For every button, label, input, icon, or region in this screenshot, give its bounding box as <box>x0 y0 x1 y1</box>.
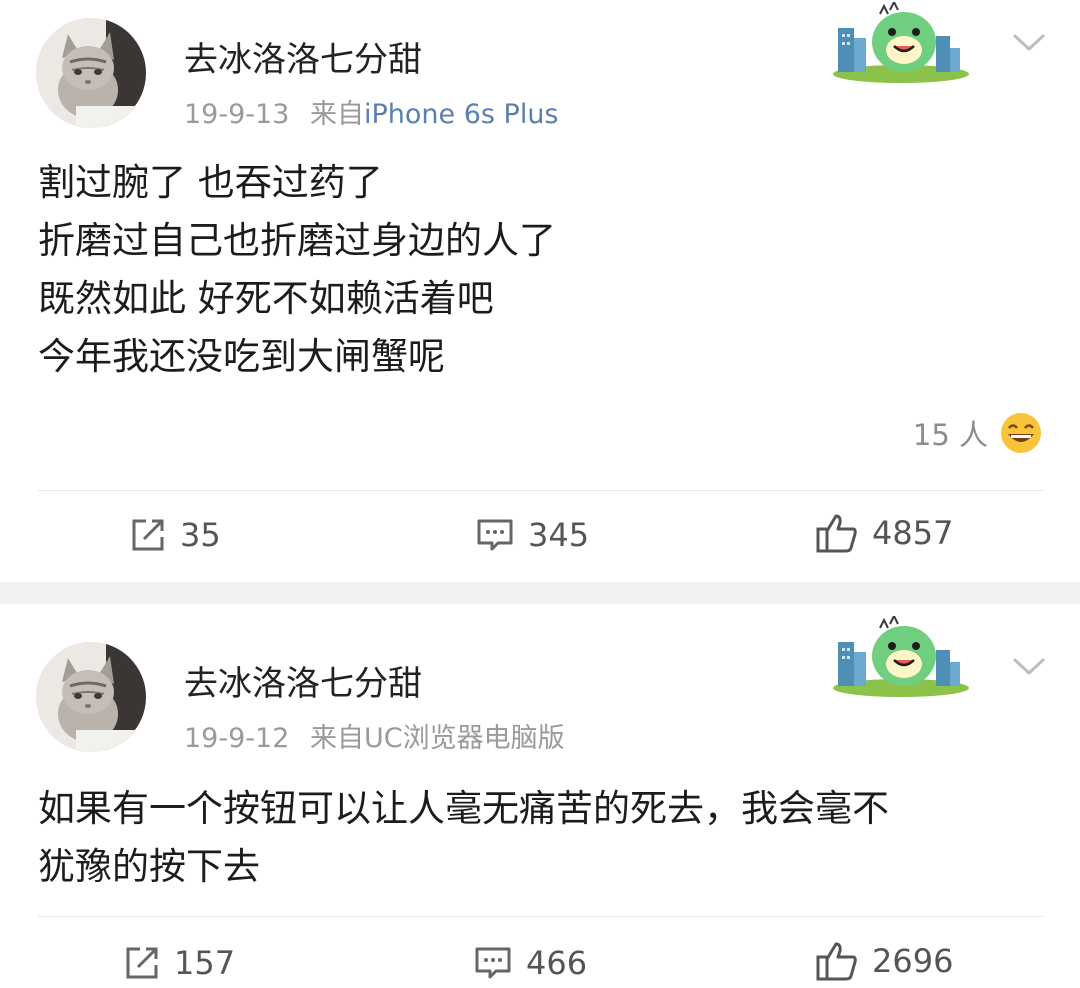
thumbs-up-icon <box>816 942 857 981</box>
comment-icon <box>475 947 511 979</box>
repost-count: 35 <box>180 516 221 554</box>
username[interactable]: 去冰洛洛七分甜 <box>184 656 422 705</box>
repost-icon <box>132 519 164 551</box>
comment-icon <box>477 519 513 551</box>
post-meta: 19-9-12 来自UC浏览器电脑版 <box>184 716 565 755</box>
comment-count: 466 <box>526 944 588 982</box>
comment-button[interactable]: 345 <box>476 510 589 560</box>
weibo-post-1: 去冰洛洛七分甜 19-9-13 来自iPhone 6s Plus 割过腕了 也吞… <box>0 0 1080 582</box>
weibo-post-2: 去冰洛洛七分甜 19-9-12 来自UC浏览器电脑版 如果有一个按钮可以让人毫无… <box>0 604 1080 988</box>
source-prefix: 来自 <box>309 99 364 130</box>
reaction-summary[interactable]: 15 人 <box>913 408 1042 458</box>
post-content: 如果有一个按钮可以让人毫无痛苦的死去，我会毫不 犹豫的按下去 <box>38 787 889 888</box>
dinosaur-badge-icon <box>833 616 969 697</box>
repost-button[interactable]: 157 <box>124 938 235 988</box>
username[interactable]: 去冰洛洛七分甜 <box>184 32 422 81</box>
source-text: UC浏览器电脑版 <box>363 723 565 754</box>
divider <box>38 490 1043 491</box>
source-prefix: 来自 <box>309 723 364 754</box>
like-count: 2696 <box>872 942 954 980</box>
divider <box>38 916 1043 917</box>
reaction-count: 15 人 <box>912 418 988 452</box>
like-button[interactable]: 2696 <box>816 936 953 986</box>
post-separator <box>0 582 1080 604</box>
avatar[interactable] <box>36 18 146 128</box>
repost-button[interactable]: 35 <box>130 510 221 560</box>
post-content: 割过腕了 也吞过药了 折磨过自己也折磨过身边的人了 既然如此 好死不如赖活着吧 … <box>38 161 556 378</box>
comment-button[interactable]: 466 <box>474 938 587 988</box>
source-link[interactable]: iPhone 6s Plus <box>364 99 559 130</box>
post-meta: 19-9-13 来自iPhone 6s Plus <box>184 92 559 131</box>
repost-icon <box>126 947 158 979</box>
avatar[interactable] <box>36 642 146 752</box>
post-date: 19-9-12 <box>184 723 290 754</box>
chevron-down-icon[interactable] <box>1012 32 1046 54</box>
like-button[interactable]: 4857 <box>816 508 953 558</box>
like-count: 4857 <box>872 514 954 552</box>
chevron-down-icon[interactable] <box>1012 656 1046 678</box>
laughing-emoji-icon <box>1001 413 1041 453</box>
comment-count: 345 <box>528 516 590 554</box>
repost-count: 157 <box>174 944 236 982</box>
post-date: 19-9-13 <box>184 99 290 130</box>
dinosaur-badge-icon <box>833 2 969 83</box>
thumbs-up-icon <box>816 514 857 553</box>
